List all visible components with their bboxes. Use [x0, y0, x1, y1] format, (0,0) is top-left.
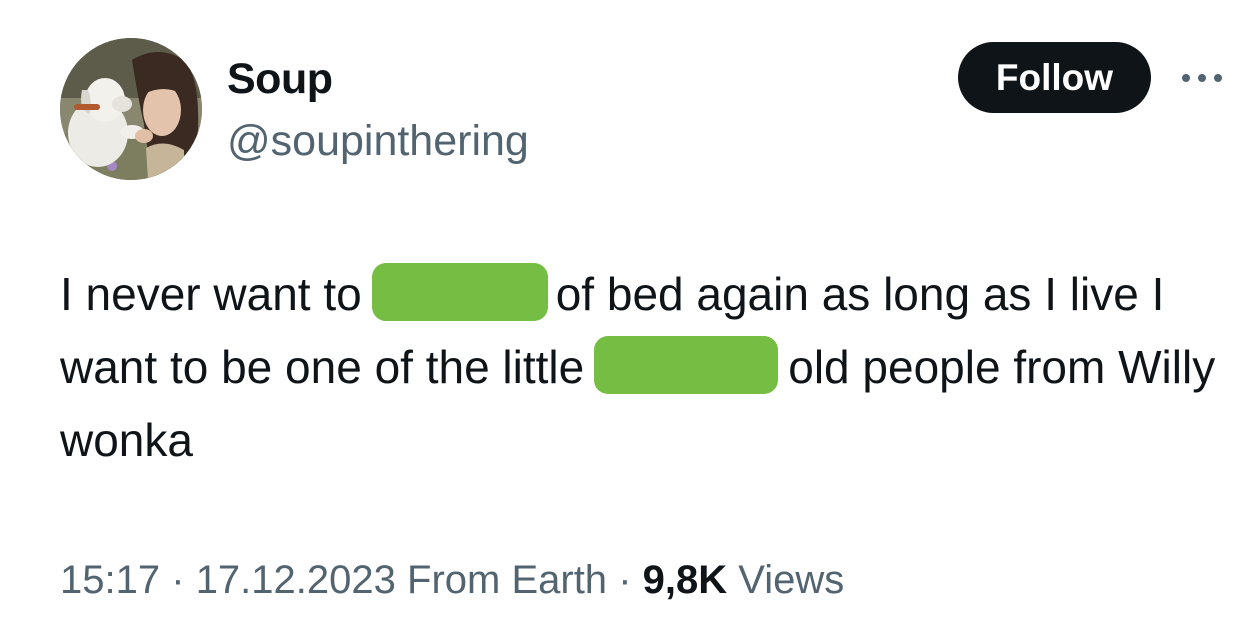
redaction-block	[371, 262, 548, 321]
tweet-card: Soup @soupinthering Follow I never want …	[0, 0, 1245, 635]
meta-separator: ·	[171, 558, 185, 602]
views-label[interactable]: Views	[738, 558, 844, 602]
tweet-time[interactable]: 15:17	[60, 558, 160, 602]
tweet-text: I never want to of bed again as long as I…	[60, 258, 1220, 477]
tweet-source: From Earth	[407, 558, 608, 602]
meta-separator: ·	[618, 558, 632, 602]
author-handle[interactable]: @soupinthering	[227, 114, 529, 168]
tweet-text-segment: I never want to	[60, 268, 362, 320]
follow-button[interactable]: Follow	[958, 42, 1151, 113]
author-name[interactable]: Soup	[227, 52, 333, 106]
avatar[interactable]	[60, 38, 202, 180]
avatar-image	[60, 38, 202, 180]
tweet-date[interactable]: 17.12.2023	[196, 558, 396, 602]
tweet-meta: 15:17 · 17.12.2023 From Earth · 9,8K Vie…	[60, 552, 844, 608]
redaction-block	[594, 335, 779, 394]
more-horizontal-icon[interactable]	[1178, 68, 1226, 88]
views-count[interactable]: 9,8K	[643, 558, 728, 602]
